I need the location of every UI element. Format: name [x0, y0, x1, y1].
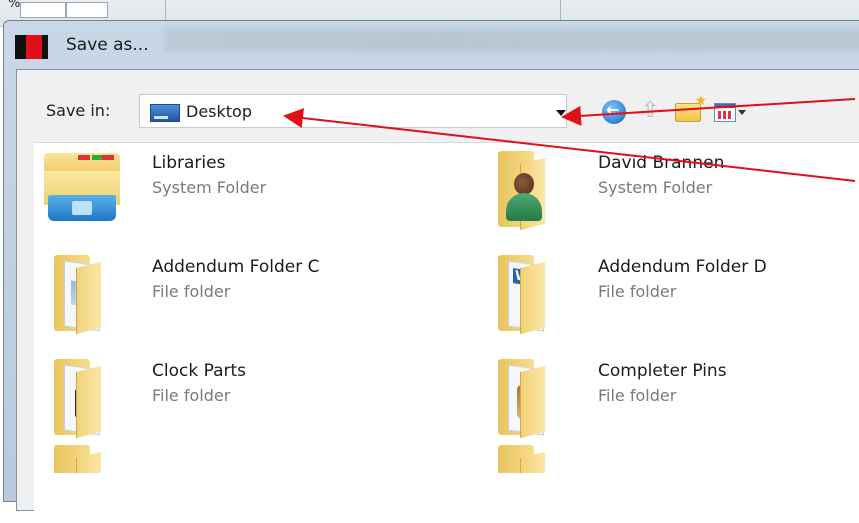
dialog-client-area: Save in: Desktop ← ⇧ ★ Libraries System …	[16, 69, 859, 523]
list-item[interactable]: Addendum Folder C File folder	[34, 247, 454, 337]
list-item[interactable]: David Brannen System Folder	[484, 143, 859, 233]
file-type: System Folder	[152, 178, 267, 197]
save-in-label: Save in:	[46, 101, 111, 120]
file-type: File folder	[598, 282, 677, 301]
zoom-text: %	[8, 0, 21, 11]
file-type: File folder	[152, 282, 231, 301]
libraries-icon	[34, 143, 120, 223]
file-type: File folder	[598, 386, 677, 405]
application-icon	[15, 35, 48, 59]
list-item[interactable]: Clock Parts File folder	[34, 351, 454, 441]
dialog-title: Save as...	[66, 35, 149, 55]
file-name: Completer Pins	[598, 361, 727, 381]
save-as-dialog: Save as... Save in: Desktop ← ⇧ ★ Librar…	[3, 20, 859, 523]
up-folder-icon[interactable]	[639, 98, 661, 124]
folder-icon	[34, 247, 110, 335]
list-item[interactable]: Completer Pins File folder	[484, 351, 859, 441]
file-name: Addendum Folder C	[152, 257, 320, 277]
folder-icon	[34, 351, 110, 439]
file-type: System Folder	[598, 178, 713, 197]
dialog-title-bar[interactable]: Save as...	[4, 21, 859, 71]
save-in-value: Desktop	[186, 102, 252, 121]
file-name: Addendum Folder D	[598, 257, 767, 277]
user-folder-icon	[484, 143, 560, 231]
back-icon[interactable]	[602, 100, 626, 124]
background-field	[66, 2, 108, 18]
dropdown-arrow-icon[interactable]	[556, 110, 566, 116]
file-name: David Brannen	[598, 153, 725, 173]
list-item[interactable]: Addendum Folder D File folder	[484, 247, 859, 337]
blurred-title-area	[164, 29, 859, 51]
views-dropdown-arrow-icon[interactable]	[738, 110, 746, 115]
file-name: Clock Parts	[152, 361, 247, 381]
file-list: Libraries System Folder David Brannen Sy…	[34, 142, 859, 523]
list-item-partial	[484, 443, 859, 473]
folder-icon	[484, 247, 560, 335]
desktop-icon	[150, 104, 180, 122]
file-name: Libraries	[152, 153, 226, 173]
list-item-partial	[34, 443, 454, 473]
views-menu-icon[interactable]	[714, 103, 736, 122]
save-in-dropdown[interactable]: Desktop	[139, 94, 567, 128]
file-type: File folder	[152, 386, 231, 405]
background-field	[20, 2, 66, 18]
list-item[interactable]: Libraries System Folder	[34, 143, 454, 233]
folder-icon	[484, 351, 560, 439]
new-folder-icon[interactable]	[675, 93, 707, 122]
